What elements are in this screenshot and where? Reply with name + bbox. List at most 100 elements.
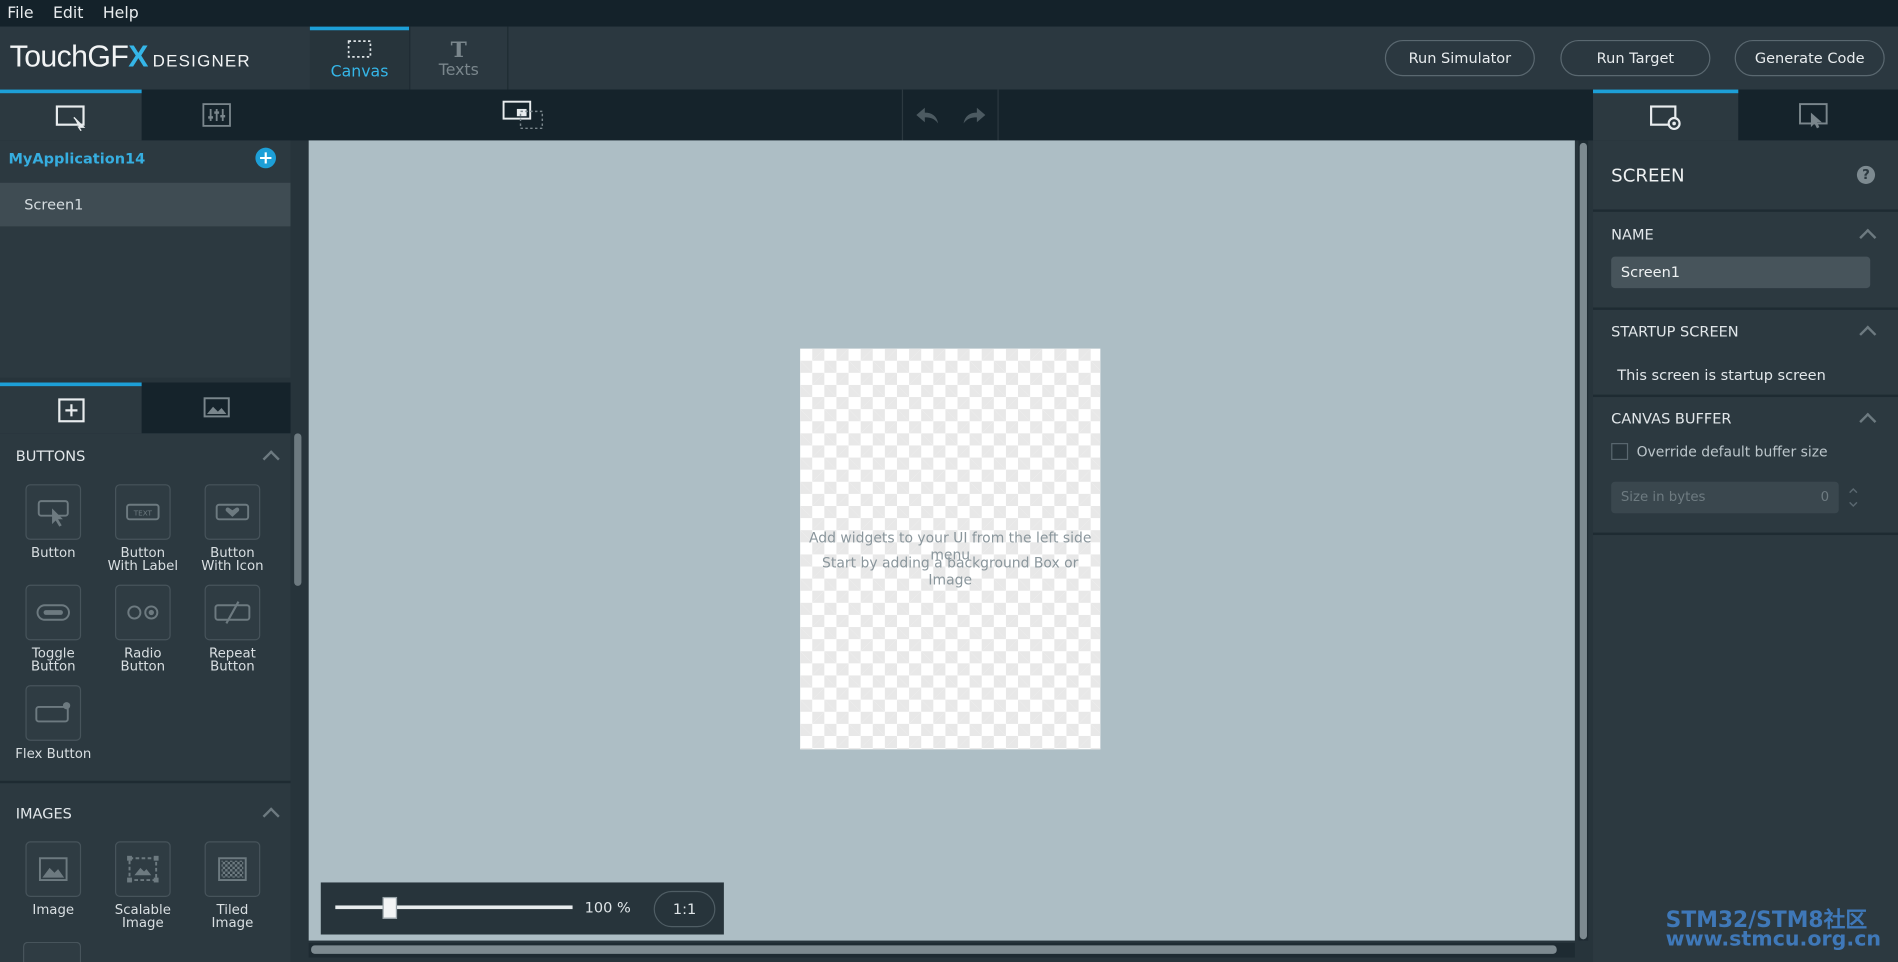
tab-texts[interactable]: T Texts [409, 26, 509, 90]
plus-icon: + [258, 146, 274, 169]
repeat-button-icon [204, 584, 261, 641]
touchgfx-designer-window: File Edit Help TouchGFX DESIGNER Canvas T… [0, 0, 1898, 962]
buffer-size-value: 0 [1820, 489, 1830, 505]
images-section-title: IMAGES [15, 804, 72, 822]
name-section-title: NAME [1611, 226, 1654, 244]
widget-tiled-image[interactable]: Tiled Image [189, 841, 276, 931]
buffer-size-input[interactable]: Size in bytes 0 [1611, 481, 1839, 514]
canvas-vertical-scroll-thumb[interactable] [1579, 142, 1587, 940]
stepper-arrows-icon [1849, 488, 1858, 508]
startup-screen-text: This screen is startup screen [1617, 366, 1826, 384]
section-divider [0, 780, 291, 784]
tab-images[interactable] [145, 383, 287, 434]
properties-divider [1593, 532, 1898, 536]
widget-button[interactable]: Button [10, 484, 97, 559]
menu-file[interactable]: File [0, 4, 34, 22]
widget-label: Button [210, 658, 255, 675]
tab-texts-label: Texts [438, 61, 479, 80]
screen-settings-icon [1650, 104, 1681, 130]
text-icon-label: TEXT [133, 509, 153, 518]
widget-label: Image [211, 915, 254, 931]
zoom-level-label: 100 % [584, 899, 631, 917]
widget-radio-button[interactable]: Radio Button [99, 584, 186, 673]
tab-properties[interactable] [1593, 89, 1739, 141]
properties-divider [1593, 209, 1898, 212]
resize-canvas-icon[interactable] [501, 99, 545, 135]
override-buffer-label: Override default buffer size [1636, 443, 1828, 460]
widget-flex-button[interactable]: Flex Button [10, 685, 97, 760]
widget-label: Button [30, 658, 76, 675]
widget-button-with-label[interactable]: TEXT Button With Label [99, 484, 186, 574]
tab-widgets[interactable] [0, 382, 142, 434]
watermark-line2: www.stmcu.org.cn [1665, 927, 1882, 952]
canvas-horizontal-scroll-thumb[interactable] [311, 945, 1557, 954]
touchgfx-logo: TouchGFX DESIGNER [10, 40, 251, 75]
buttons-section-title: BUTTONS [15, 447, 86, 465]
widget-label: With Icon [201, 558, 264, 574]
run-target-button[interactable]: Run Target [1560, 39, 1711, 77]
application-name[interactable]: MyApplication14 [8, 150, 145, 167]
redo-icon[interactable] [961, 105, 988, 124]
logo-designer: DESIGNER [152, 50, 251, 71]
screens-panel [0, 140, 291, 378]
add-widget-icon [57, 397, 85, 422]
startup-section-title: STARTUP SCREEN [1611, 323, 1739, 341]
undo-redo-group [901, 89, 999, 141]
button-widget-icon [25, 484, 82, 540]
buffer-size-stepper[interactable] [1845, 484, 1862, 511]
properties-title: SCREEN [1611, 164, 1685, 187]
radio-button-icon [114, 584, 171, 641]
svg-text:T: T [451, 37, 467, 61]
widget-image[interactable]: Image [10, 841, 97, 916]
tab-canvas[interactable]: Canvas [309, 26, 410, 90]
sliders-icon [201, 103, 231, 127]
menu-bar: File Edit Help [0, 0, 1898, 27]
menu-help[interactable]: Help [96, 4, 139, 22]
screen-item-screen1[interactable]: Screen1 [0, 182, 291, 227]
image-widget-icon [25, 841, 82, 897]
properties-divider [1593, 307, 1898, 310]
buffer-size-placeholder: Size in bytes [1620, 489, 1706, 505]
button-with-icon-icon [204, 484, 261, 540]
screen-touch-icon [1799, 103, 1828, 129]
undo-icon[interactable] [913, 105, 940, 124]
logo-x: X [128, 39, 148, 74]
canvas-hint-line2: Start by adding a background Box or Imag… [822, 554, 1079, 589]
widget-label: Image [32, 901, 75, 918]
scalable-image-icon [114, 841, 171, 897]
run-simulator-button[interactable]: Run Simulator [1384, 39, 1535, 77]
widget-repeat-button[interactable]: Repeat Button [189, 584, 276, 675]
toggle-button-icon [25, 584, 82, 641]
text-t-icon: T [451, 37, 467, 61]
button-with-label-icon: TEXT [114, 484, 171, 540]
tiled-image-icon [204, 841, 261, 897]
image-gallery-icon [203, 397, 230, 418]
zoom-slider-handle[interactable] [382, 896, 398, 919]
add-screen-button[interactable]: + [255, 146, 276, 169]
widget-button-with-icon[interactable]: Button With Icon [189, 484, 276, 574]
properties-divider [1593, 394, 1898, 398]
help-icon[interactable]: ? [1856, 165, 1876, 184]
canvas-icon [347, 40, 372, 58]
screen-select-icon [55, 104, 85, 131]
menu-edit[interactable]: Edit [46, 4, 83, 22]
widget-partial-item[interactable] [22, 941, 82, 962]
generate-code-button[interactable]: Generate Code [1734, 39, 1885, 77]
widget-label: Image [121, 915, 164, 931]
widget-label: With Label [107, 558, 179, 574]
logo-text: TouchGF [9, 39, 129, 74]
widget-scalable-image[interactable]: Scalable Image [99, 841, 186, 931]
tab-interactions[interactable] [145, 90, 287, 141]
widget-toggle-button[interactable]: Toggle Button [10, 584, 97, 675]
override-buffer-checkbox[interactable] [1611, 443, 1629, 460]
tab-canvas-label: Canvas [330, 62, 389, 82]
zoom-slider-track[interactable] [335, 905, 573, 910]
screen-name-input[interactable]: Screen1 [1611, 256, 1871, 289]
widget-label: Flex Button [15, 745, 92, 762]
tab-screens[interactable] [0, 89, 142, 141]
buffer-section-title: CANVAS BUFFER [1611, 410, 1732, 428]
widgets-scrollbar[interactable] [294, 433, 302, 586]
flex-button-icon [25, 685, 82, 741]
zoom-1to1-button[interactable]: 1:1 [653, 890, 716, 928]
tab-interaction-properties[interactable] [1741, 90, 1886, 141]
